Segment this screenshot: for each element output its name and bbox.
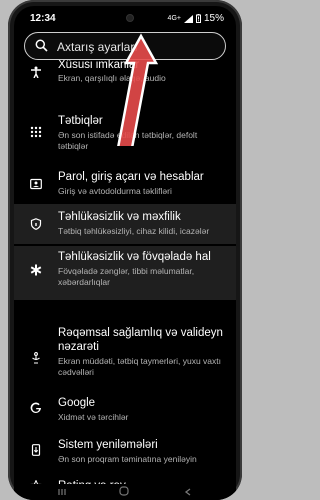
arrow-annotation (117, 33, 159, 146)
recents-icon[interactable] (58, 488, 68, 496)
emergency-asterisk-icon (30, 264, 42, 276)
home-icon[interactable] (119, 486, 129, 496)
phone-frame: 12:34 4G+ 15% Xüsusi imkanlar Ekran, qar… (8, 0, 242, 500)
settings-item-title: Parol, giriş açarı və hesablar (58, 171, 204, 183)
back-icon[interactable] (184, 488, 192, 496)
settings-item-safety-emergency[interactable]: Təhlükəsizlik və fövqəladə hal Fövqəladə… (14, 246, 236, 300)
settings-item-subtitle: Xidmət və tərcihlər (58, 412, 129, 422)
settings-screen: 12:34 4G+ 15% Xüsusi imkanlar Ekran, qar… (14, 6, 236, 500)
settings-item-subtitle: Fövqəladə zənglər, tibbi məlumatlar, xəb… (58, 266, 195, 287)
settings-item-subtitle: Ekran müddəti, tətbiq taymerləri, yuxu v… (58, 356, 221, 377)
settings-item-title: Təhlükəsizlik və məxfilik (58, 211, 181, 223)
settings-item-subtitle: Tətbiq təhlükəsizliyi, cihaz kilidi, ica… (58, 226, 210, 236)
phone-update-icon (31, 444, 41, 456)
settings-item-system-updates[interactable]: Sistem yeniləmələri Ən son proqram təmin… (14, 434, 236, 470)
settings-item-google[interactable]: Google Xidmət və tərcihlər (14, 392, 236, 428)
settings-item-subtitle: Ən son proqram təminatına yeniləyin (58, 454, 197, 464)
settings-item-passwords[interactable]: Parol, giriş açarı və hesablar Giriş və … (14, 166, 236, 202)
settings-item-title: Google (58, 397, 96, 409)
settings-item-title: Təhlükəsizlik və fövqəladə hal (58, 251, 211, 263)
wellbeing-icon (32, 352, 40, 364)
settings-item-security-privacy[interactable]: Təhlükəsizlik və məxfilik Tətbiq təhlükə… (14, 204, 236, 244)
shield-icon (30, 218, 42, 230)
settings-item-title: Sistem yeniləmələri (58, 439, 158, 451)
navigation-bar (14, 484, 236, 500)
settings-item-title: Rəqəmsal sağlamlıq və valideyn nəzarəti (58, 327, 223, 353)
account-card-icon (30, 178, 42, 190)
settings-item-digital-wellbeing[interactable]: Rəqəmsal sağlamlıq və valideyn nəzarəti … (14, 324, 236, 390)
settings-item-subtitle: Giriş və avtodoldurma təklifləri (58, 186, 172, 196)
google-icon (30, 402, 41, 413)
